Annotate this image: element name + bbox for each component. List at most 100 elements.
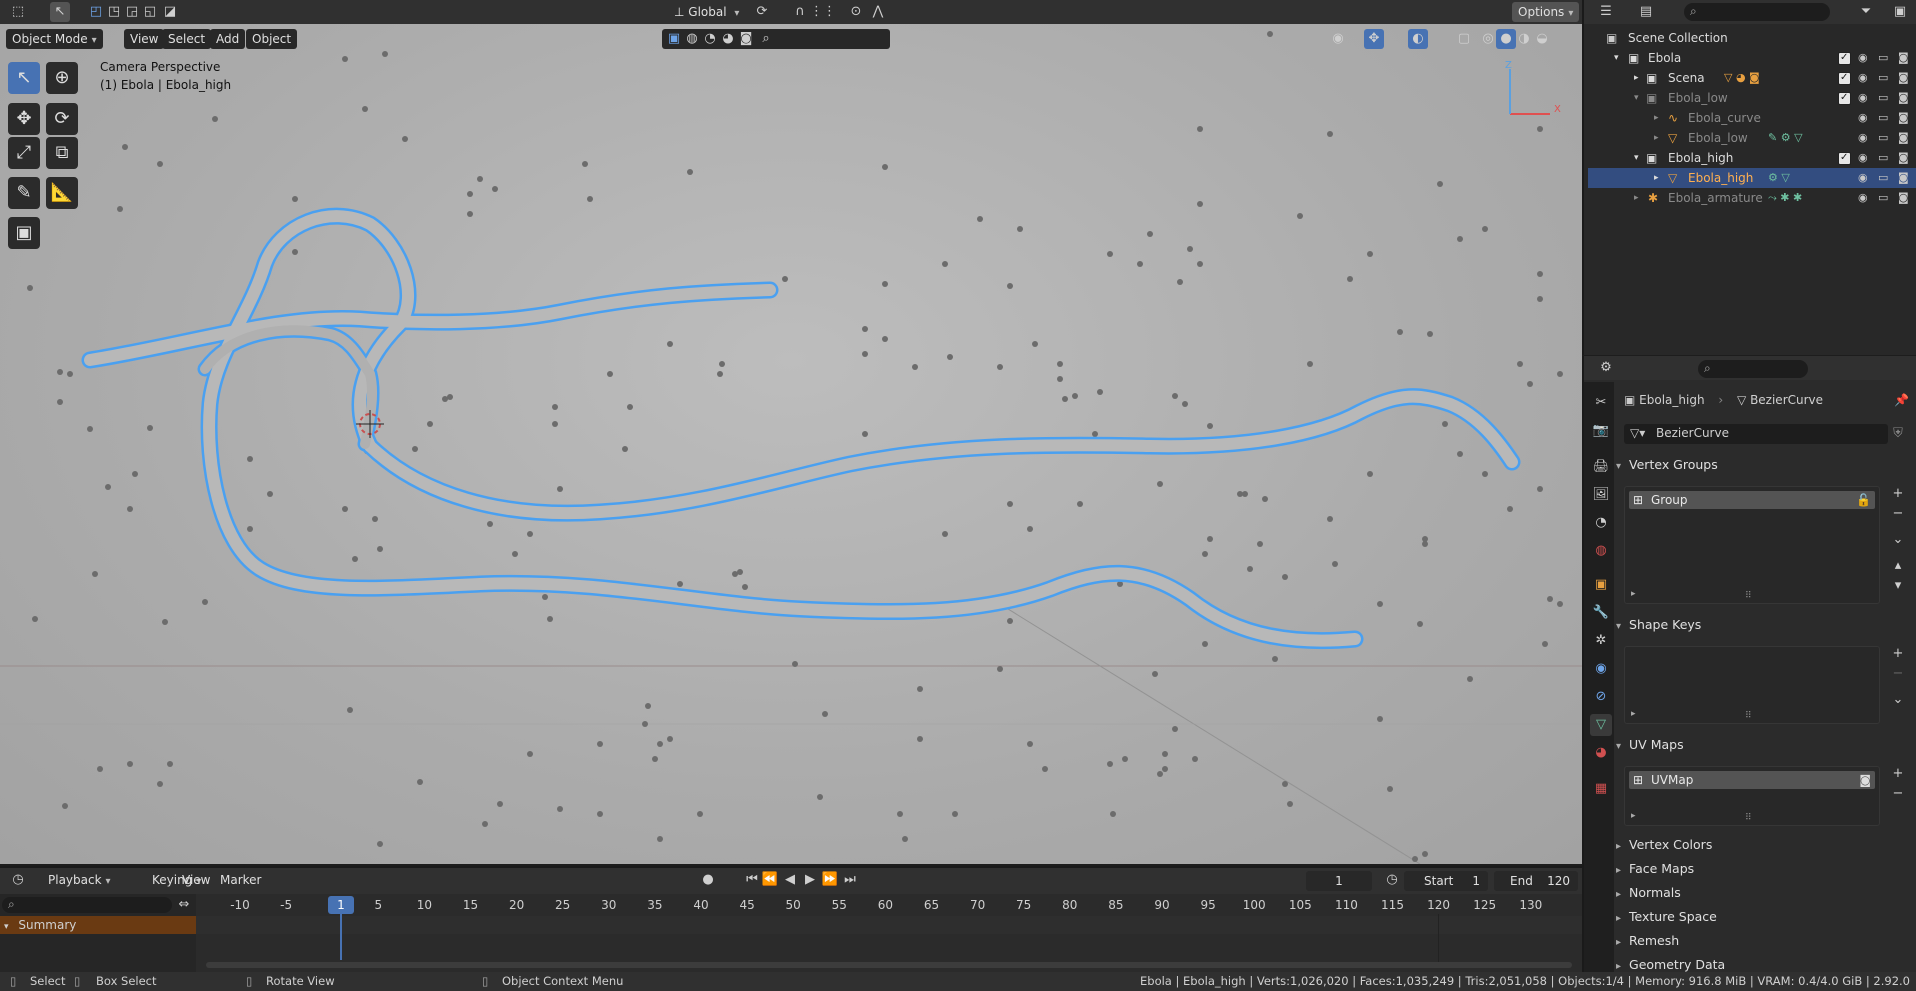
- display-mode-icon[interactable]: ▤: [1636, 2, 1656, 22]
- move-down-icon[interactable]: ▾: [1888, 576, 1908, 596]
- visibility-eye-icon[interactable]: ◉: [1858, 68, 1868, 88]
- expand-arrow-icon[interactable]: ▾: [1634, 88, 1639, 108]
- visibility-eye-icon[interactable]: ◉: [1858, 108, 1868, 128]
- select-box-tool[interactable]: ↖: [8, 62, 40, 94]
- list-resize-handle-icon[interactable]: ⠿: [1745, 813, 1752, 823]
- normals-panel-header[interactable]: Normals: [1616, 882, 1912, 904]
- play-icon[interactable]: ▶: [800, 870, 820, 890]
- transform-tool[interactable]: ⧉: [46, 137, 78, 169]
- filter-mesh-icon[interactable]: ◍: [682, 29, 702, 49]
- visibility-eye-icon[interactable]: ◉: [1858, 168, 1868, 188]
- visibility-overlay-icon[interactable]: ◉: [1328, 29, 1348, 49]
- modifier-tab-icon[interactable]: 🔧: [1590, 602, 1612, 624]
- shape-keys-list[interactable]: ▸ ⠿: [1624, 646, 1880, 724]
- select-mode-intersect-icon[interactable]: ◪: [160, 2, 180, 22]
- outliner-row-ebola-low-object[interactable]: ▸ ▽ Ebola_low ✎ ⚙ ▽ ◉ ▭ ◙: [1588, 128, 1916, 148]
- current-frame-field[interactable]: 1: [1306, 871, 1372, 891]
- snap-icon[interactable]: ∩: [790, 2, 810, 22]
- move-tool[interactable]: ✥: [8, 103, 40, 135]
- jump-prev-key-icon[interactable]: ⏪: [760, 870, 780, 890]
- outliner-row-ebola-armature[interactable]: ▸ ✱ Ebola_armature ⤳ ✱ ✱ ◉ ▭ ◙: [1588, 188, 1916, 208]
- gizmo-toggle-icon[interactable]: ✥: [1364, 29, 1384, 49]
- outliner-row-ebola[interactable]: ▾ ▣ Ebola ◉ ▭ ◙: [1588, 48, 1916, 68]
- axis-gizmo[interactable]: [1509, 69, 1550, 115]
- visibility-eye-icon[interactable]: ◉: [1858, 48, 1868, 68]
- render-disable-icon[interactable]: ◙: [1898, 88, 1909, 108]
- properties-search-input[interactable]: ⌕: [1698, 360, 1808, 378]
- visibility-eye-icon[interactable]: ◉: [1858, 88, 1868, 108]
- rotate-tool[interactable]: ⟳: [46, 103, 78, 135]
- filter-light-icon[interactable]: ◕: [718, 29, 738, 49]
- filter-camera-icon[interactable]: ◙: [736, 29, 756, 49]
- preview-range-icon[interactable]: ◷: [1382, 870, 1402, 890]
- filter-curve-icon[interactable]: ◔: [700, 29, 720, 49]
- overlays-toggle-icon[interactable]: ◐: [1408, 29, 1428, 49]
- pivot-point-icon[interactable]: ⟳: [752, 2, 772, 22]
- viewport-disable-icon[interactable]: ▭: [1878, 48, 1888, 68]
- material-tab-icon[interactable]: ◕: [1590, 742, 1612, 764]
- viewport-disable-icon[interactable]: ▭: [1878, 168, 1888, 188]
- options-button[interactable]: Options: [1512, 2, 1580, 22]
- swap-icon[interactable]: ⇔: [174, 895, 194, 915]
- render-disable-icon[interactable]: ◙: [1898, 68, 1909, 88]
- remove-uv-map-icon[interactable]: −: [1888, 784, 1908, 804]
- shading-material-icon[interactable]: ◑: [1514, 29, 1534, 49]
- object-mode-dropdown[interactable]: Object Mode: [6, 29, 103, 49]
- start-frame-field[interactable]: Start 1: [1404, 871, 1488, 891]
- expand-arrow-icon[interactable]: ▸: [1654, 168, 1659, 188]
- jump-end-icon[interactable]: ⏭: [840, 870, 860, 890]
- render-disable-icon[interactable]: ◙: [1898, 108, 1909, 128]
- output-tab-icon[interactable]: 🖨: [1590, 456, 1612, 478]
- xray-toggle-icon[interactable]: ▢: [1454, 29, 1474, 49]
- shape-keys-panel-header[interactable]: Shape Keys: [1616, 614, 1912, 636]
- visibility-eye-icon[interactable]: ◉: [1858, 148, 1868, 168]
- lock-icon[interactable]: 🔓: [1856, 491, 1871, 509]
- exclude-checkbox[interactable]: [1838, 88, 1851, 108]
- outliner-row-ebola-high-object[interactable]: ▸ ▽ Ebola_high ⚙ ▽ ◉ ▭ ◙: [1588, 168, 1916, 188]
- falloff-icon[interactable]: ⋀: [868, 2, 888, 22]
- timeline-search-input[interactable]: ⌕: [2, 897, 172, 913]
- summary-channel[interactable]: ▾ Summary: [0, 916, 196, 934]
- expand-arrow-icon[interactable]: ▸: [1654, 128, 1659, 148]
- vertex-groups-list[interactable]: ⊞ Group 🔓 ▸ ⠿: [1624, 486, 1880, 604]
- render-disable-icon[interactable]: ◙: [1898, 188, 1909, 208]
- exclude-checkbox[interactable]: [1838, 48, 1851, 68]
- ebola-filament-mesh[interactable]: [81, 207, 1521, 650]
- add-vertex-group-icon[interactable]: +: [1888, 484, 1908, 504]
- list-expand-icon[interactable]: ▸: [1631, 589, 1636, 599]
- viewport-filter-icon[interactable]: ▣: [664, 29, 684, 49]
- shading-solid-icon[interactable]: ●: [1496, 29, 1516, 49]
- list-expand-icon[interactable]: ▸: [1631, 811, 1636, 821]
- tool-tab-icon[interactable]: ✂: [1590, 392, 1612, 414]
- outliner-row-ebola-curve[interactable]: ▸ ∿ Ebola_curve ◉ ▭ ◙: [1588, 108, 1916, 128]
- viewport-disable-icon[interactable]: ▭: [1878, 108, 1888, 128]
- snap-target-icon[interactable]: ⋮⋮: [810, 2, 836, 22]
- jump-next-key-icon[interactable]: ⏩: [820, 870, 840, 890]
- new-collection-icon[interactable]: ▣: [1890, 2, 1910, 22]
- expand-arrow-icon[interactable]: ▾: [1634, 148, 1639, 168]
- editor-type-icon[interactable]: ⬚: [8, 2, 28, 22]
- view-menu[interactable]: View: [124, 29, 165, 49]
- auto-keying-icon[interactable]: ●: [698, 870, 718, 890]
- outliner-search-input[interactable]: ⌕: [1684, 3, 1830, 21]
- viewport-disable-icon[interactable]: ▭: [1878, 128, 1888, 148]
- expand-arrow-icon[interactable]: ▸: [1654, 108, 1659, 128]
- timeline-editor-icon[interactable]: ◷: [8, 870, 28, 890]
- shading-wireframe-icon[interactable]: ◎: [1478, 29, 1498, 49]
- render-disable-icon[interactable]: ◙: [1898, 168, 1909, 188]
- remove-vertex-group-icon[interactable]: −: [1888, 504, 1908, 524]
- data-block-selector[interactable]: ▽▾ BezierCurve: [1624, 424, 1888, 444]
- play-reverse-icon[interactable]: ◀: [780, 870, 800, 890]
- uv-map-item[interactable]: ⊞ UVMap ◙: [1629, 771, 1875, 789]
- exclude-checkbox[interactable]: [1838, 148, 1851, 168]
- list-resize-handle-icon[interactable]: ⠿: [1745, 591, 1752, 601]
- visibility-eye-icon[interactable]: ◉: [1858, 128, 1868, 148]
- add-menu[interactable]: Add: [210, 29, 246, 49]
- face-maps-panel-header[interactable]: Face Maps: [1616, 858, 1912, 880]
- vertex-groups-panel-header[interactable]: Vertex Groups: [1616, 454, 1912, 476]
- remove-shape-key-icon[interactable]: −: [1888, 664, 1908, 684]
- data-tab-icon[interactable]: ▽: [1590, 714, 1612, 736]
- viewport-disable-icon[interactable]: ▭: [1878, 188, 1888, 208]
- 3d-viewport[interactable]: Object Mode View Select Add Object ▣ ◍ ◔…: [0, 24, 1582, 864]
- select-mode-subtract-icon[interactable]: ◲: [122, 2, 142, 22]
